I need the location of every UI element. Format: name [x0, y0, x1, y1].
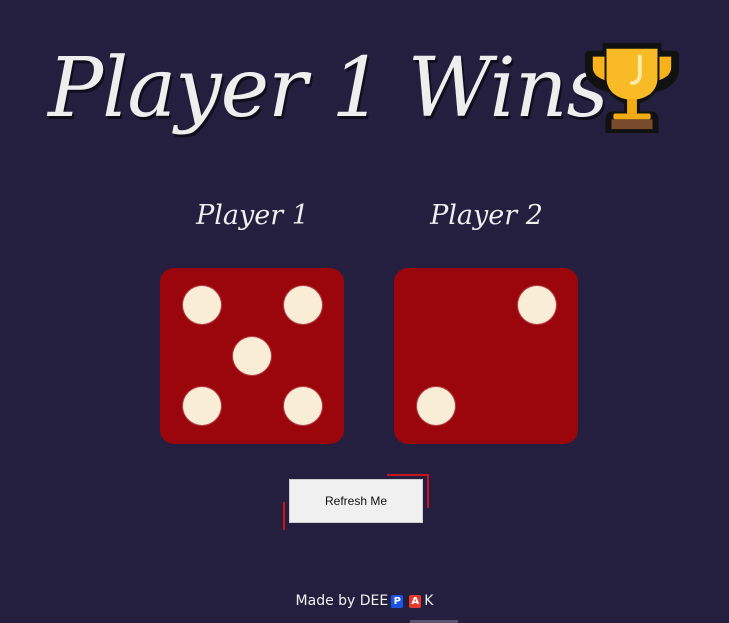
die-pip	[284, 286, 322, 324]
player-2-die	[394, 268, 578, 444]
player-2-label: Player 2	[430, 200, 543, 231]
die-pip	[183, 387, 221, 425]
footer-prefix: Made by DEE	[295, 593, 389, 609]
refresh-button-frame: Refresh Me	[283, 474, 429, 530]
trophy-icon	[584, 42, 680, 134]
player-2-column: Player 2	[394, 196, 579, 236]
footer-credit: Made by DEE P A K	[0, 593, 729, 609]
footer-boxed-letter: A	[409, 595, 422, 608]
player-1-label: Player 1	[196, 200, 309, 231]
die-pip	[284, 387, 322, 425]
die-pip	[183, 286, 221, 324]
die-pip	[417, 387, 455, 425]
winner-title: Player 1 Wins	[48, 41, 609, 136]
die-pip	[518, 286, 556, 324]
footer-boxed-letter: P	[391, 595, 404, 608]
refresh-button[interactable]: Refresh Me	[289, 479, 423, 523]
player-1-column: Player 1	[160, 196, 345, 236]
player-1-die	[160, 268, 344, 444]
die-pip	[233, 337, 271, 375]
footer-suffix: K	[424, 593, 434, 609]
